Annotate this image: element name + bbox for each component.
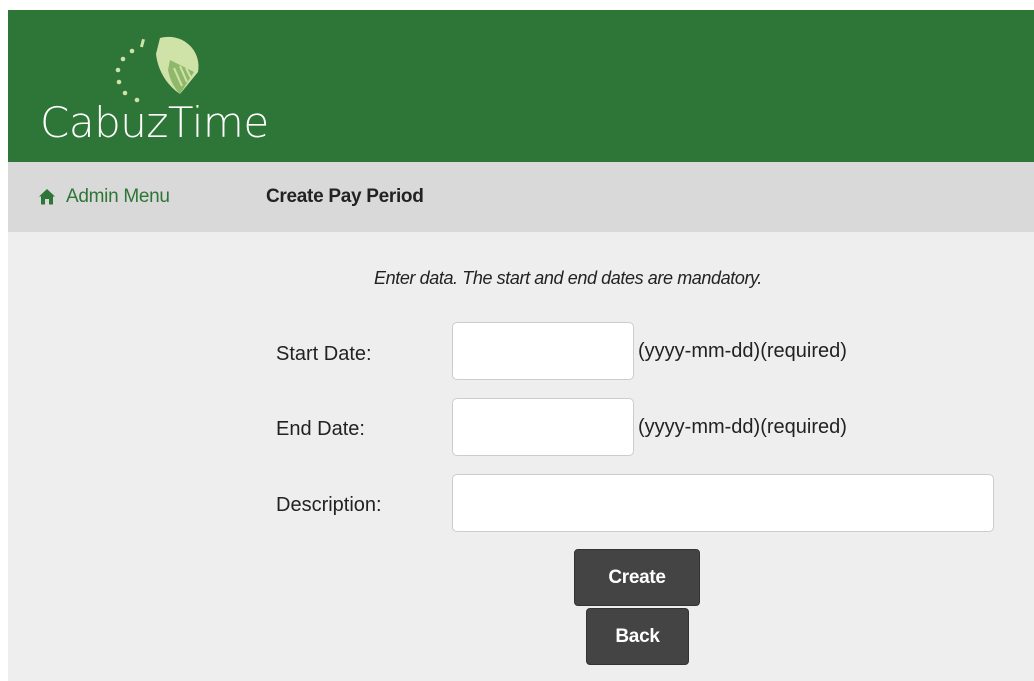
back-button[interactable]: Back	[586, 608, 689, 665]
start-date-hint: (yyyy-mm-dd)(required)	[638, 340, 847, 362]
end-date-label: End Date:	[276, 418, 365, 440]
breadcrumb: Admin Menu Create Pay Period	[8, 162, 1034, 232]
form-instruction: Enter data. The start and end dates are …	[374, 268, 762, 288]
home-icon	[39, 189, 55, 205]
create-button[interactable]: Create	[574, 549, 700, 606]
start-date-input[interactable]	[452, 322, 634, 380]
description-input[interactable]	[452, 474, 994, 532]
start-date-label: Start Date:	[276, 343, 372, 365]
app-header: CabuzTime	[8, 10, 1034, 162]
admin-menu-label: Admin Menu	[66, 186, 170, 207]
current-page-title: Create Pay Period	[266, 186, 424, 207]
end-date-hint: (yyyy-mm-dd)(required)	[638, 416, 847, 438]
page-frame: CabuzTime Admin Menu Create Pay Period E…	[8, 10, 1034, 681]
end-date-input[interactable]	[452, 398, 634, 456]
logo-icon	[115, 36, 199, 103]
admin-menu-link[interactable]: Admin Menu	[38, 184, 170, 210]
description-label: Description:	[276, 494, 382, 516]
brand-name: CabuzTime	[40, 98, 269, 147]
